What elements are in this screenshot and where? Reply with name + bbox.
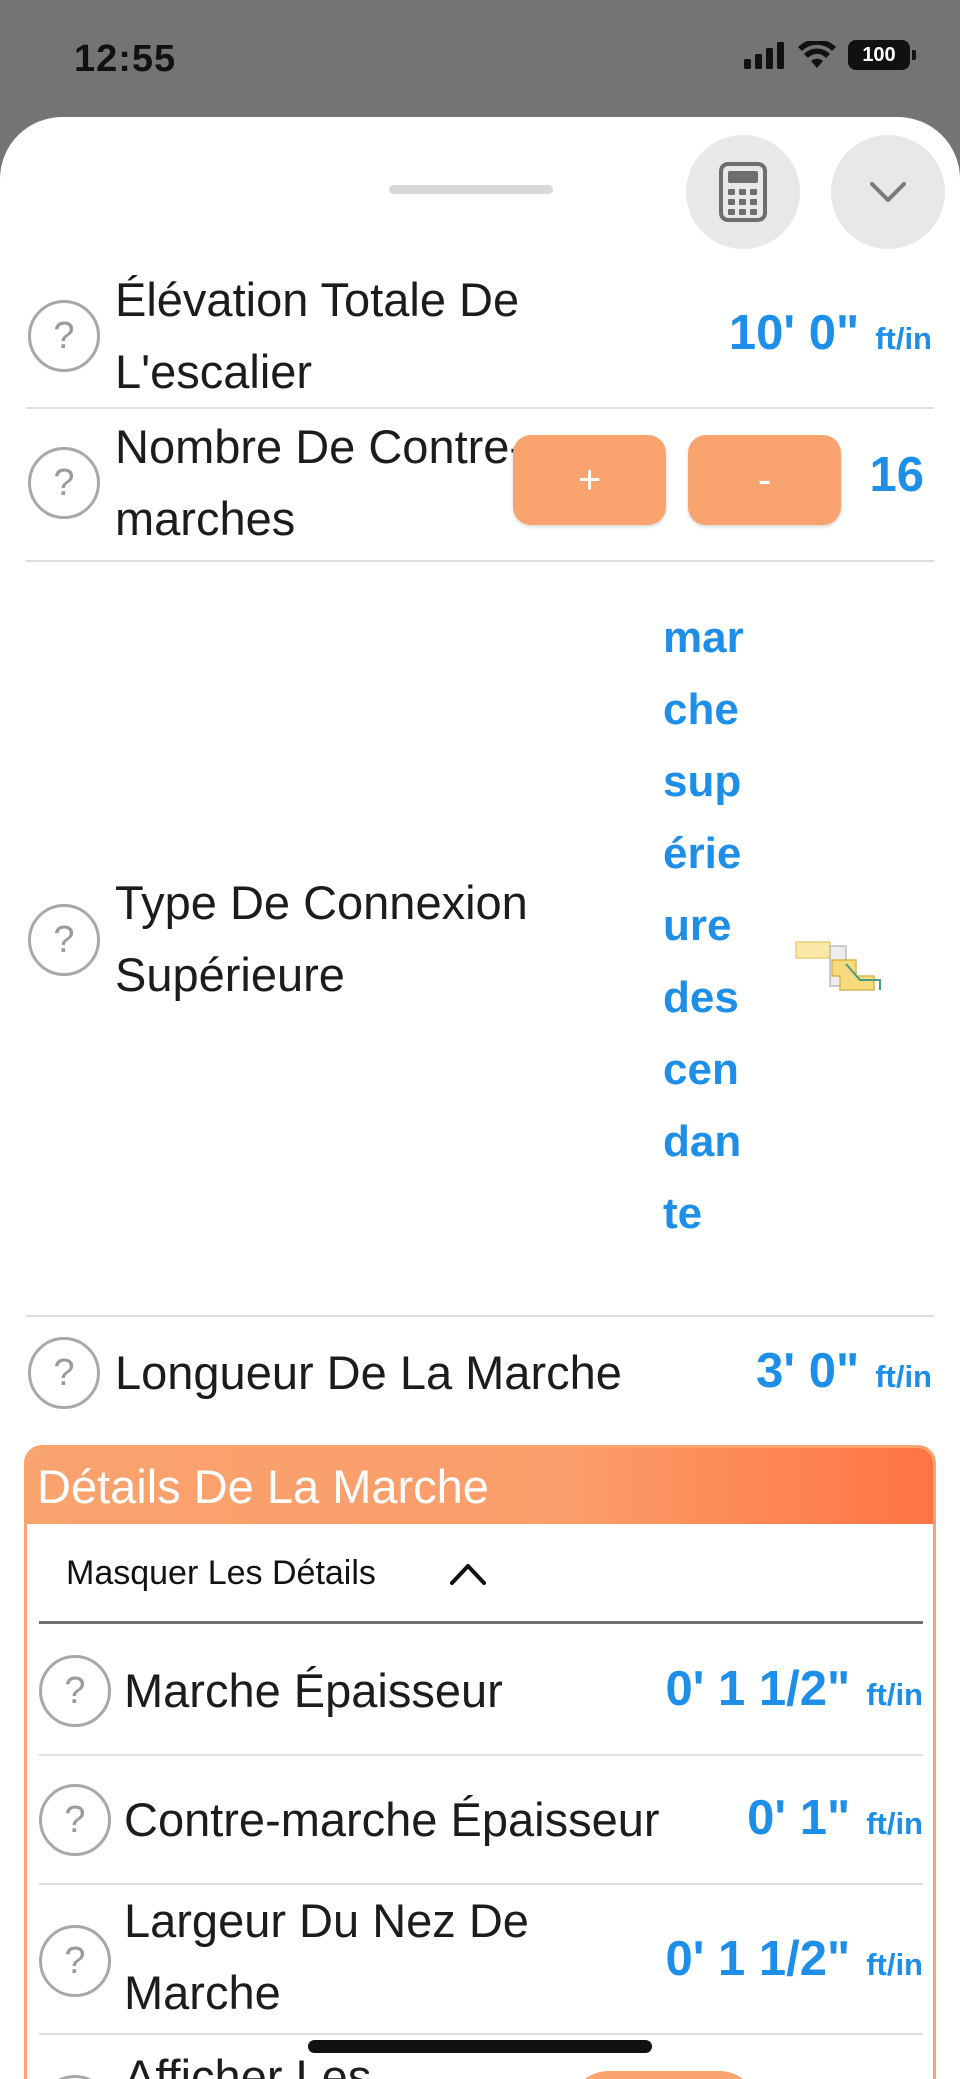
total-elevation-value[interactable]: 10' 0" ft/in: [729, 305, 932, 361]
tread-details-panel: Détails De La Marche Masquer Les Détails…: [24, 1445, 936, 2079]
tread-thickness-row: ? Marche Épaisseur 0' 1 1/2" ft/in: [39, 1627, 923, 1756]
chevron-up-icon: [450, 1564, 486, 1585]
tread-thickness-value[interactable]: 0' 1 1/2" ft/in: [665, 1661, 923, 1717]
help-icon[interactable]: ?: [28, 447, 100, 519]
riser-thickness-row: ? Contre-marche Épaisseur 0' 1" ft/in: [39, 1756, 923, 1885]
nosing-width-value[interactable]: 0' 1 1/2" ft/in: [665, 1931, 923, 1987]
total-elevation-label: Élévation Totale De L'escalier: [115, 273, 520, 398]
help-icon[interactable]: ?: [39, 1925, 111, 1997]
riser-count-value[interactable]: 16: [869, 447, 924, 503]
total-elevation-row: ? Élévation Totale De L'escalier 10' 0" f…: [26, 267, 934, 409]
riser-thickness-value[interactable]: 0' 1" ft/in: [747, 1790, 923, 1846]
nosing-width-number: 0' 1 1/2": [665, 1932, 851, 1986]
tread-details-title: Détails De La Marche: [27, 1448, 933, 1524]
top-connection-label: Type De Connexion Supérieure: [115, 876, 528, 1001]
calculator-icon: [719, 162, 767, 222]
nosing-width-row: ? Largeur Du Nez De Marche 0' 1 1/2" ft/i…: [39, 1885, 923, 2035]
unit-label: ft/in: [866, 1947, 923, 1982]
top-connection-row: ? Type De Connexion Supérieure mar che s…: [26, 562, 934, 1317]
show-toggle-button[interactable]: [569, 2071, 759, 2079]
hide-details-toggle[interactable]: Masquer Les Détails: [39, 1524, 923, 1624]
tread-length-label: Longueur De La Marche: [115, 1346, 622, 1399]
riser-count-row: ? Nombre De Contre-marches + - 16: [26, 409, 934, 562]
chevron-down-icon: [870, 182, 906, 202]
nosing-width-label: Largeur Du Nez De Marche: [124, 1894, 529, 2019]
bottom-sheet: ? Élévation Totale De L'escalier 10' 0" f…: [0, 117, 960, 2079]
unit-label: ft/in: [866, 1806, 923, 1841]
tread-length-number: 3' 0": [756, 1344, 860, 1398]
home-indicator: [308, 2040, 652, 2053]
total-elevation-number: 10' 0": [728, 306, 860, 360]
collapse-sheet-button[interactable]: [831, 135, 945, 249]
riser-count-label: Nombre De Contre-marches: [115, 420, 526, 545]
help-icon[interactable]: ?: [39, 1655, 111, 1727]
battery-icon: 100: [848, 40, 916, 70]
riser-thickness-label: Contre-marche Épaisseur: [124, 1793, 660, 1846]
riser-thickness-number: 0' 1": [747, 1791, 851, 1845]
help-icon[interactable]: ?: [28, 1337, 100, 1409]
increment-button[interactable]: +: [513, 435, 666, 525]
tread-length-row: ? Longueur De La Marche 3' 0" ft/in: [26, 1317, 934, 1437]
tread-length-value[interactable]: 3' 0" ft/in: [756, 1343, 932, 1399]
calculator-button[interactable]: [686, 135, 800, 249]
status-icons: 100: [744, 40, 916, 70]
status-bar: 12:55 100: [0, 0, 960, 118]
tread-thickness-number: 0' 1 1/2": [665, 1662, 851, 1716]
top-connection-value[interactable]: mar che sup érie ure des cen dan te: [663, 602, 773, 1250]
wifi-icon: [798, 41, 836, 68]
help-icon[interactable]: ?: [28, 300, 100, 372]
cellular-signal-icon: [744, 42, 784, 69]
decrement-button[interactable]: -: [688, 435, 841, 525]
sheet-grabber[interactable]: [389, 185, 553, 194]
help-icon[interactable]: ?: [39, 2075, 111, 2079]
hide-details-label: Masquer Les Détails: [66, 1554, 376, 1592]
tread-thickness-label: Marche Épaisseur: [124, 1664, 503, 1717]
unit-label: ft/in: [875, 1359, 932, 1394]
status-time: 12:55: [74, 38, 177, 80]
stair-connection-icon: [795, 941, 881, 991]
unit-label: ft/in: [866, 1677, 923, 1712]
help-icon[interactable]: ?: [39, 1784, 111, 1856]
unit-label: ft/in: [875, 321, 932, 356]
help-icon[interactable]: ?: [28, 904, 100, 976]
